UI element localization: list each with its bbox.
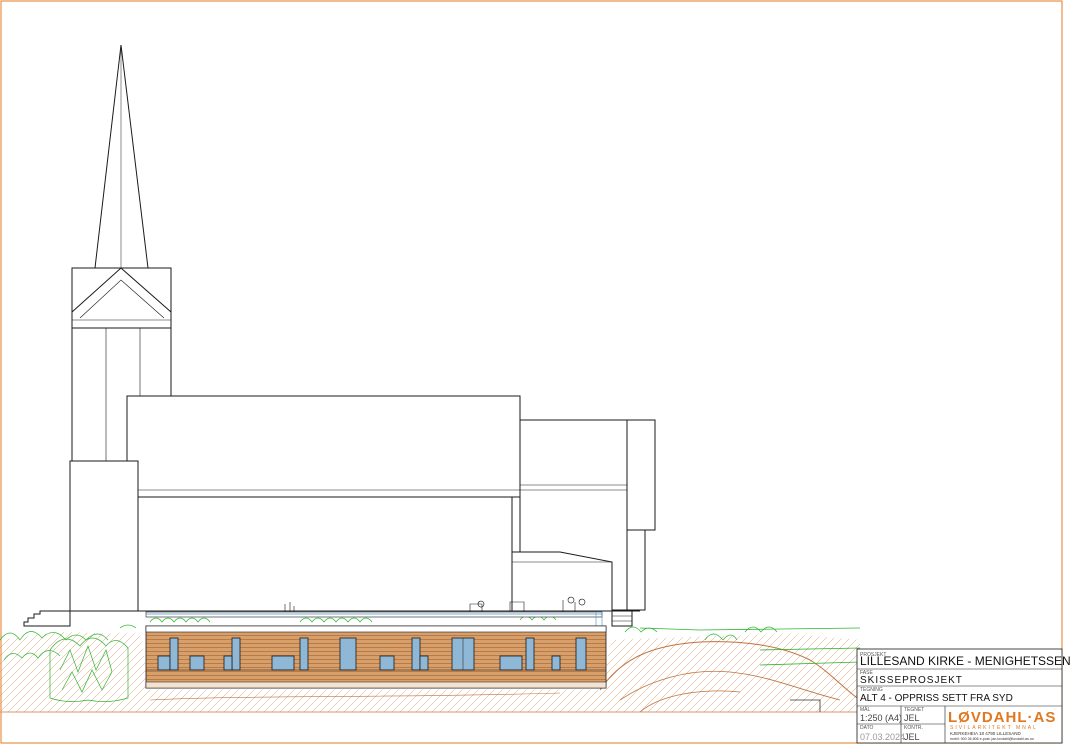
phase-value: SKISSEPROSJEKT	[860, 675, 963, 686]
company-address: KJERKEHEIA 18 4790 LILLESAND	[950, 731, 1022, 736]
elevation-drawing: PROSJEKT LILLESAND KIRKE - MENIGHETSSENT…	[0, 0, 1071, 744]
company-logo: LØVDAHL·AS	[948, 709, 1056, 726]
steps	[23, 610, 71, 627]
drawn-by: JEL	[904, 713, 920, 723]
spire	[94, 44, 149, 269]
tower-base	[69, 460, 139, 612]
scale-value: 1:250 (A4)	[860, 713, 902, 723]
drawing-title: ALT 4 - OPPRISS SETT FRA SYD	[860, 693, 1013, 704]
date-caption: DATO	[860, 725, 874, 731]
checked-by: JEL	[904, 732, 920, 742]
checked-caption: KONTR.	[904, 725, 923, 731]
church	[23, 44, 656, 627]
nave-wall	[137, 496, 513, 612]
nave-roof	[126, 395, 521, 498]
date-value: 07.03.2024	[860, 732, 905, 742]
scale-caption: MÅL	[860, 706, 871, 713]
parish-centre	[145, 625, 607, 689]
parish-centre-facade	[145, 625, 607, 689]
company-contact: mobil: 900 36 806 e-post: jan.lovdahl@lo…	[950, 737, 1034, 741]
project-name: LILLESAND KIRKE - MENIGHETSSENTER	[860, 654, 1071, 668]
title-block: PROSJEKT LILLESAND KIRKE - MENIGHETSSENT…	[856, 648, 1071, 744]
